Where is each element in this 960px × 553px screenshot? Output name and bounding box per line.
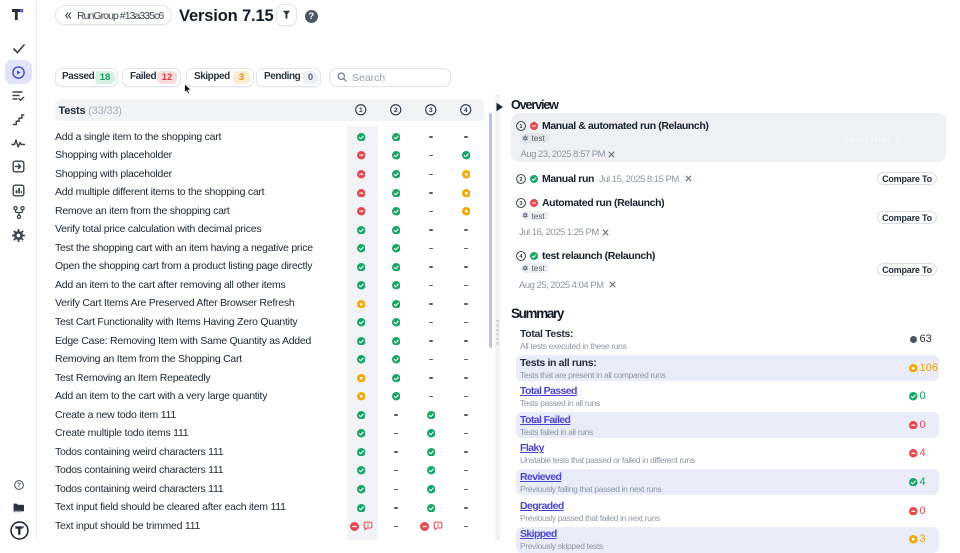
svg-text:?: ? bbox=[17, 482, 21, 489]
svg-text:3: 3 bbox=[429, 107, 433, 114]
svg-text:4: 4 bbox=[464, 107, 468, 114]
svg-text:1: 1 bbox=[519, 124, 522, 130]
svg-text:2: 2 bbox=[519, 177, 522, 183]
svg-text:4: 4 bbox=[519, 254, 523, 260]
svg-text:2: 2 bbox=[394, 107, 398, 114]
svg-text:1: 1 bbox=[359, 107, 363, 114]
svg-text:3: 3 bbox=[519, 201, 522, 207]
